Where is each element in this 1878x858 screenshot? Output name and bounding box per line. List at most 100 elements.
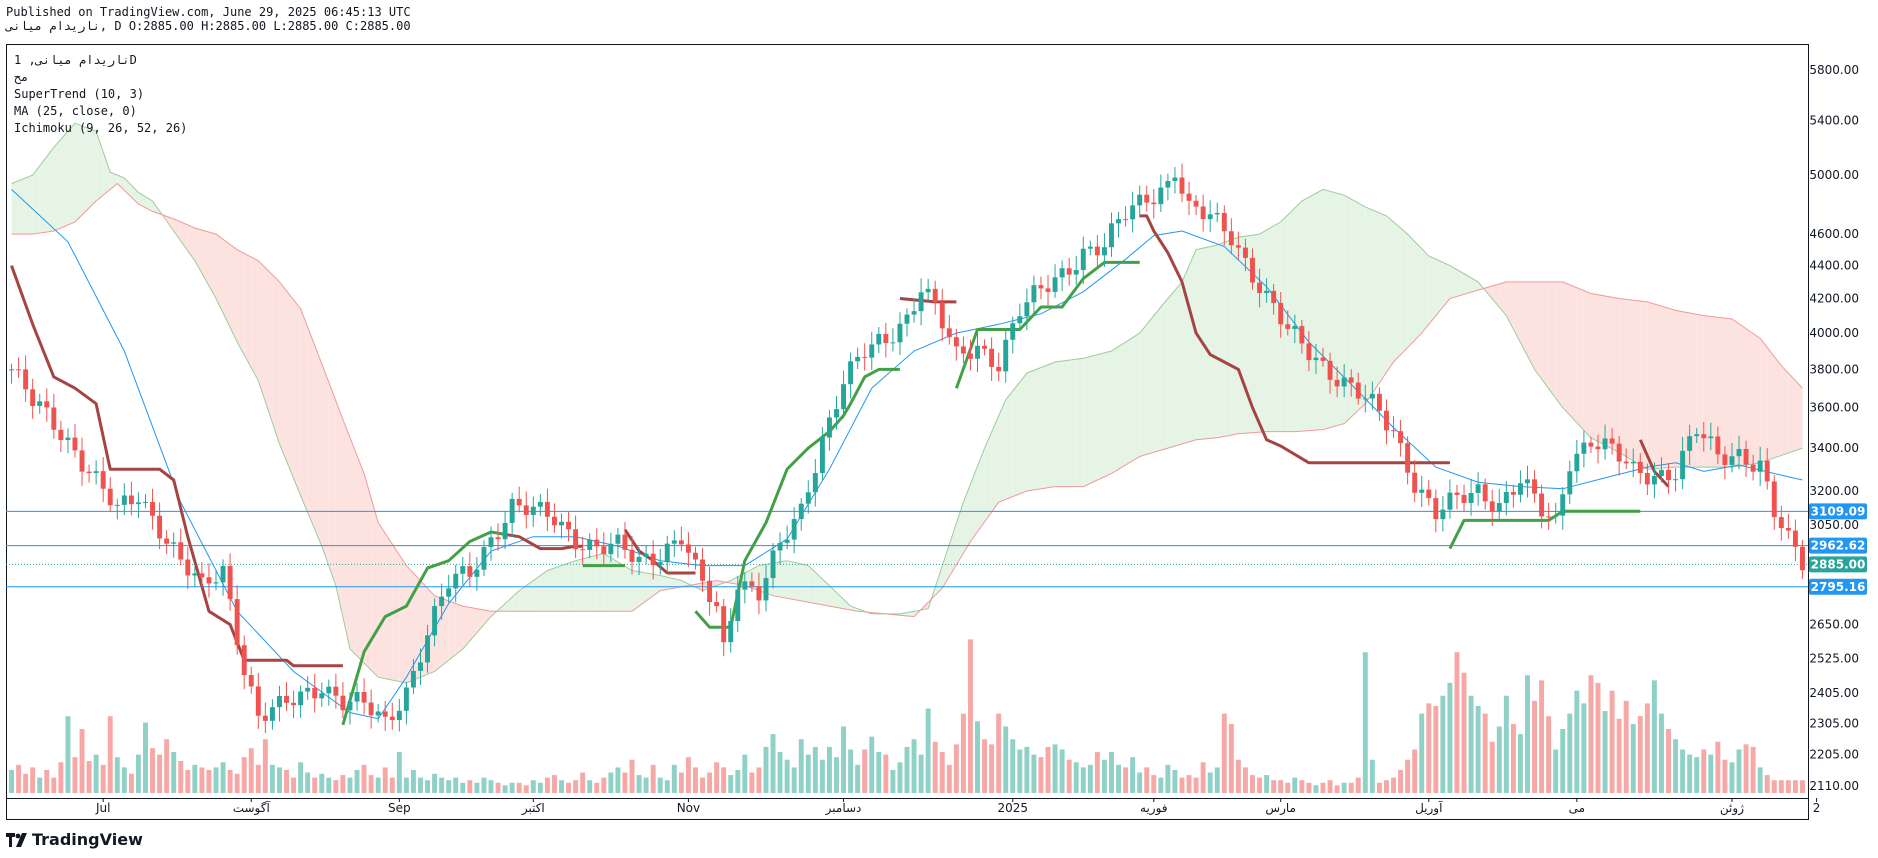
candle-body bbox=[1066, 268, 1072, 275]
volume-bar bbox=[911, 739, 917, 793]
candle-body bbox=[671, 540, 677, 544]
candle-body bbox=[1630, 461, 1636, 464]
volume-bar bbox=[1376, 782, 1382, 793]
candle-body bbox=[537, 501, 543, 507]
candle-body bbox=[1313, 357, 1319, 361]
cloud-segment bbox=[1386, 215, 1394, 373]
volume-bar bbox=[1271, 780, 1277, 793]
price-tick-label: 4600.00 bbox=[1809, 227, 1859, 241]
cloud-segment bbox=[1111, 346, 1119, 474]
candle-body bbox=[819, 437, 825, 474]
candle-body bbox=[1644, 473, 1650, 485]
candle-body bbox=[1602, 438, 1608, 450]
volume-bar bbox=[1200, 762, 1206, 793]
volume-bar bbox=[30, 767, 36, 793]
volume-bar bbox=[185, 769, 191, 793]
volume-bar bbox=[1101, 759, 1107, 793]
volume-bar bbox=[1003, 726, 1009, 793]
volume-bar bbox=[1708, 754, 1714, 793]
volume-bar bbox=[1489, 741, 1495, 793]
cloud-segment bbox=[1731, 319, 1740, 468]
candle-body bbox=[967, 353, 973, 359]
cloud-segment bbox=[1330, 191, 1338, 428]
cloud-segment bbox=[399, 554, 407, 683]
price-tick-label: 3200.00 bbox=[1809, 484, 1859, 498]
candle-body bbox=[636, 556, 642, 562]
price-tick-label: 5400.00 bbox=[1809, 114, 1859, 128]
cloud-segment bbox=[1266, 225, 1274, 432]
volume-bar bbox=[446, 780, 452, 793]
candle-body bbox=[143, 502, 148, 504]
volume-bar bbox=[1785, 780, 1791, 793]
candle-body bbox=[178, 542, 184, 560]
candle-body bbox=[1800, 546, 1805, 571]
cloud-segment bbox=[1125, 337, 1133, 465]
candle-body bbox=[869, 344, 875, 358]
cloud-segment bbox=[1562, 281, 1570, 416]
cloud-segment bbox=[1189, 249, 1197, 442]
candle-body bbox=[749, 581, 755, 587]
candle-body bbox=[227, 565, 233, 600]
cloud-segment bbox=[1605, 295, 1613, 449]
cloud-segment bbox=[998, 399, 1006, 503]
volume-bar bbox=[551, 775, 557, 793]
volume-bar bbox=[1729, 762, 1735, 793]
legend-supertrend[interactable]: SuperTrend (10, 3) bbox=[14, 87, 144, 101]
volume-bar bbox=[1602, 711, 1608, 793]
candle-body bbox=[601, 546, 607, 555]
candle-body bbox=[1405, 443, 1411, 473]
candle-body bbox=[213, 582, 219, 584]
cloud-segment bbox=[660, 575, 668, 591]
price-chart[interactable]: 5800.00 5400.00 5000.00 4600.00 4400.00 4200.… bbox=[0, 0, 1878, 858]
price-tick-label: 3600.00 bbox=[1809, 401, 1859, 415]
candle-body bbox=[1722, 454, 1728, 465]
volume-bar bbox=[1609, 690, 1615, 793]
cloud-segment bbox=[1767, 347, 1775, 461]
time-tick-label: اکتبر bbox=[521, 801, 545, 816]
candle-body bbox=[1510, 491, 1516, 495]
candle-body bbox=[1292, 326, 1298, 329]
volume-bar bbox=[178, 761, 184, 793]
legend-ichimoku[interactable]: Ichimoku (9, 26, 52, 26) bbox=[14, 121, 187, 135]
volume-bar bbox=[700, 777, 705, 793]
candle-body bbox=[389, 716, 395, 721]
volume-bar bbox=[1250, 775, 1255, 793]
candle-body bbox=[989, 348, 995, 367]
candle-body bbox=[643, 553, 649, 557]
cloud-segment bbox=[540, 570, 548, 612]
legend-ma[interactable]: MA (25, close, 0) bbox=[14, 104, 137, 118]
candle-body bbox=[114, 504, 120, 506]
price-tick-label: 4000.00 bbox=[1809, 326, 1859, 340]
candle-body bbox=[1595, 446, 1601, 450]
cloud-segment bbox=[1153, 306, 1161, 453]
cloud-segment bbox=[53, 139, 61, 232]
chart-legend: ناریدام میانی, 1D مح SuperTrend (10, 3) … bbox=[14, 53, 187, 135]
candle-body bbox=[1743, 448, 1749, 465]
volume-bar bbox=[1257, 777, 1263, 793]
volume-bar bbox=[1673, 739, 1679, 793]
volume-bar bbox=[975, 721, 980, 793]
candle-body bbox=[1109, 223, 1114, 248]
candle-body bbox=[1525, 479, 1530, 484]
candle-body bbox=[326, 686, 332, 694]
candle-body bbox=[1546, 516, 1552, 518]
volume-bar bbox=[1109, 752, 1114, 793]
candle-body bbox=[1778, 517, 1784, 528]
volume-bar bbox=[1440, 695, 1446, 793]
cloud-segment bbox=[1739, 323, 1747, 467]
time-tick-label: آوریل bbox=[1415, 800, 1443, 816]
volume-bar bbox=[967, 639, 973, 793]
candle-body bbox=[312, 687, 318, 699]
candle-body bbox=[1235, 245, 1241, 248]
volume-bar bbox=[1525, 675, 1530, 793]
volume-bar bbox=[1482, 713, 1488, 793]
cloud-segment bbox=[1569, 284, 1577, 423]
volume-bar bbox=[601, 777, 607, 793]
volume-bar bbox=[1207, 772, 1213, 793]
candle-body bbox=[340, 695, 346, 711]
price-axis-ticks: 5800.00 5400.00 5000.00 4600.00 4400.00 4200.… bbox=[1809, 63, 1859, 793]
candle-body bbox=[530, 506, 536, 515]
cloud-segment bbox=[1661, 306, 1669, 469]
volume-bar bbox=[44, 769, 50, 793]
candle-body bbox=[1116, 219, 1121, 224]
